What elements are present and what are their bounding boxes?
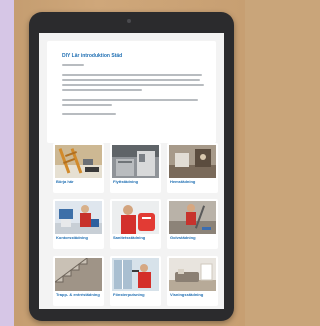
intro-text-line (62, 64, 84, 66)
service-tile-visningsstadning[interactable]: Visningsstädning (167, 256, 218, 306)
window-cleaner-photo-icon (112, 258, 159, 291)
service-label: Visningsstädning (170, 292, 204, 297)
service-tile-sanitetsstadning[interactable]: Sanitetsstädning (110, 199, 161, 249)
service-label: Börja här (56, 179, 74, 184)
service-tile-borja-har[interactable]: Börja här (53, 143, 104, 193)
service-label: Flyttstädning (113, 179, 139, 184)
living-room-photo-icon (169, 258, 216, 291)
intro-text-line (62, 74, 202, 76)
service-tile-hemstadning[interactable]: Hemstädning (167, 143, 218, 193)
ladder-photo-icon (55, 145, 102, 178)
service-tile-golvstadning[interactable]: Golvstädning (167, 199, 218, 249)
service-label: Sanitetsstädning (113, 235, 146, 240)
service-label: Fönsterputsning (113, 292, 145, 297)
kitchen-photo-icon (112, 145, 159, 178)
lilac-strip (0, 0, 14, 326)
service-tile-fonsterputsning[interactable]: Fönsterputsning (110, 256, 161, 306)
cleaner-bucket-photo-icon (112, 201, 159, 234)
intro-text-line (62, 79, 200, 81)
page-title: DIY Lär introduktion Städ (62, 53, 123, 59)
intro-text-line (62, 84, 204, 86)
service-label: Kontorsstädning (56, 235, 88, 240)
intro-text-line (62, 113, 116, 115)
stairs-photo-icon (55, 258, 102, 291)
service-label: Golvstädning (170, 235, 196, 240)
intro-card: DIY Lär introduktion Städ (47, 41, 216, 143)
intro-text-line (62, 89, 142, 91)
service-tile-kontorsstadning[interactable]: Kontorsstädning (53, 199, 104, 249)
service-label: Hemstädning (170, 179, 196, 184)
tablet-device: DIY Lär introduktion Städ Börja här Flyt… (29, 12, 234, 321)
intro-text-line (62, 104, 112, 106)
floor-mop-photo-icon (169, 201, 216, 234)
office-cleaner-photo-icon (55, 201, 102, 234)
service-tile-trapp-entrestadning[interactable]: Trapp- & entréstädning (53, 256, 104, 306)
camera-icon (127, 19, 131, 23)
interior-photo-icon (169, 145, 216, 178)
service-label: Trapp- & entréstädning (56, 292, 100, 297)
tablet-screen: DIY Lär introduktion Städ Börja här Flyt… (39, 33, 224, 309)
service-tile-flyttstadning[interactable]: Flyttstädning (110, 143, 161, 193)
intro-text-line (62, 99, 198, 101)
